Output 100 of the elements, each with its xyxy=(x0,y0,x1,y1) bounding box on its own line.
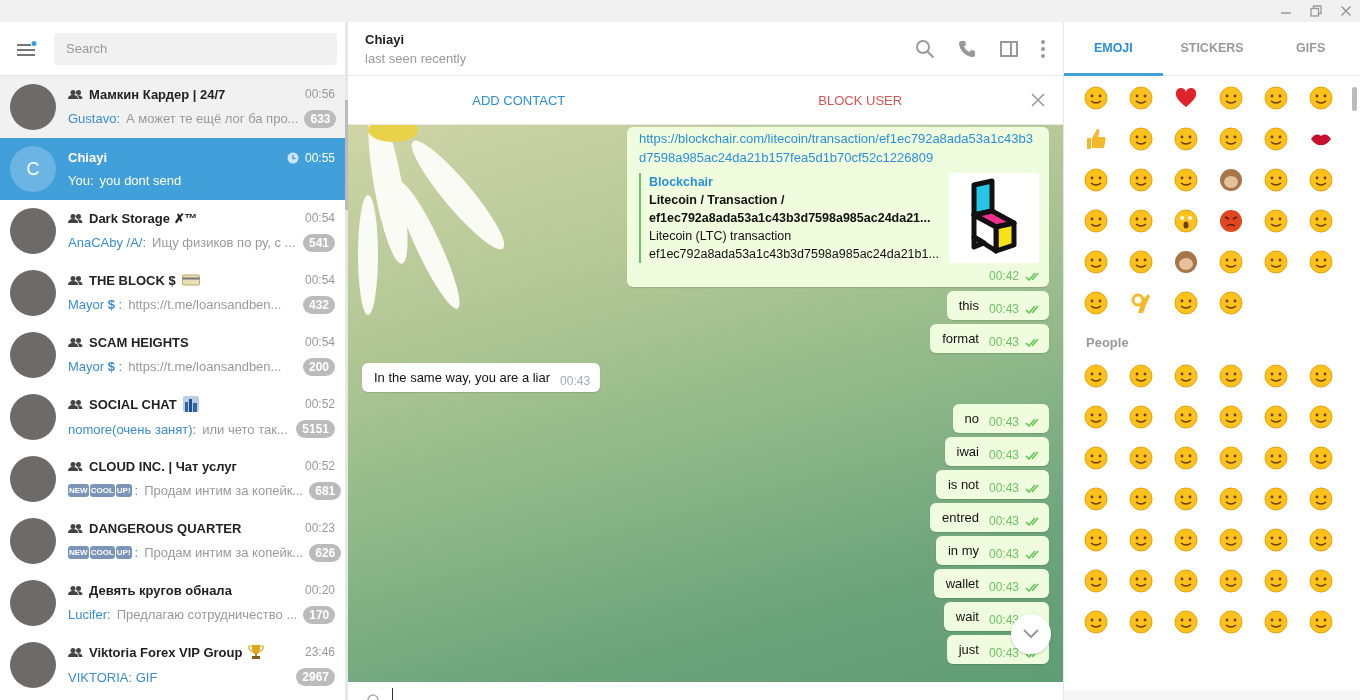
monkey-icon[interactable] xyxy=(1174,250,1198,274)
smiley-icon[interactable] xyxy=(1129,168,1153,192)
side-panel-icon[interactable] xyxy=(999,38,1019,59)
smiley-icon[interactable] xyxy=(1309,250,1333,274)
smiley-icon[interactable] xyxy=(1219,446,1243,470)
smiley-icon[interactable] xyxy=(1129,610,1153,634)
scrollbar[interactable] xyxy=(1352,87,1357,111)
link-preview[interactable]: Blockchair Litecoin / Transaction / ef1ec792a8ada53a1c43b3d7598a985ac24da21... Litecoin (LTC) transaction ef1ec792a8ada53a1c43b3d7598a985ac24da21b1... xyxy=(639,173,1039,263)
smiley-icon[interactable] xyxy=(1309,528,1333,552)
smiley-icon[interactable] xyxy=(1219,487,1243,511)
chat-list-item[interactable]: THE BLOCK $ 00:54 Mayor $ : https://t.me/loansandben... 432 xyxy=(0,262,345,324)
smiley-icon[interactable] xyxy=(1264,86,1288,110)
menu-icon[interactable] xyxy=(17,40,37,57)
smiley-icon[interactable] xyxy=(1129,446,1153,470)
smiley-icon[interactable] xyxy=(1219,250,1243,274)
smiley-icon[interactable] xyxy=(1219,364,1243,388)
smiley-icon[interactable] xyxy=(1174,487,1198,511)
smiley-icon[interactable] xyxy=(1174,528,1198,552)
smiley-icon[interactable] xyxy=(1264,405,1288,429)
smiley-icon[interactable] xyxy=(1174,168,1198,192)
link-preview-site: Blockchair xyxy=(649,174,714,191)
smiley-icon[interactable] xyxy=(1309,405,1333,429)
block-user-button[interactable]: BLOCK USER xyxy=(689,92,1031,108)
emoji-badge: COOL xyxy=(89,484,115,497)
smiley-icon[interactable] xyxy=(1264,528,1288,552)
thumbs-up-icon[interactable] xyxy=(1084,127,1108,151)
smiley-icon[interactable] xyxy=(1309,86,1333,110)
smiley-icon[interactable] xyxy=(1129,569,1153,593)
chat-list-item[interactable]: DANGEROUS QUARTER 00:23 NEW COOL UP! : Продам интим за копейк... 626 xyxy=(0,510,345,572)
smiley-icon[interactable] xyxy=(1264,446,1288,470)
angry-face-icon[interactable] xyxy=(1219,209,1243,233)
smiley-icon[interactable] xyxy=(1174,364,1198,388)
smiley-icon[interactable] xyxy=(1084,446,1108,470)
smiley-icon[interactable] xyxy=(1084,610,1108,634)
smiley-icon[interactable] xyxy=(1174,127,1198,151)
smiley-icon[interactable] xyxy=(1174,446,1198,470)
smiley-icon[interactable] xyxy=(1129,209,1153,233)
smiley-icon[interactable] xyxy=(1174,291,1198,315)
smiley-icon[interactable] xyxy=(1129,86,1153,110)
smiley-icon[interactable] xyxy=(1309,569,1333,593)
smiley-icon[interactable] xyxy=(1264,250,1288,274)
smiley-icon[interactable] xyxy=(1264,127,1288,151)
smiley-icon[interactable] xyxy=(1084,487,1108,511)
smiley-icon[interactable] xyxy=(1309,209,1333,233)
chat-list-item[interactable]: Девять кругов обнала 00:20 Lucifer: Предлагаю сотрудничество ... 170 xyxy=(0,572,345,634)
smiley-icon[interactable] xyxy=(1129,487,1153,511)
smiley-icon[interactable] xyxy=(1264,610,1288,634)
smiley-icon[interactable] xyxy=(1309,364,1333,388)
smiley-icon[interactable] xyxy=(1264,209,1288,233)
smiley-icon[interactable] xyxy=(1084,569,1108,593)
smiley-icon[interactable] xyxy=(1264,364,1288,388)
smiley-icon[interactable] xyxy=(1084,209,1108,233)
smiley-icon[interactable] xyxy=(1219,610,1243,634)
smiley-icon[interactable] xyxy=(1129,528,1153,552)
close-icon[interactable] xyxy=(1031,93,1045,107)
smiley-icon[interactable] xyxy=(1129,250,1153,274)
add-contact-button[interactable]: ADD CONTACT xyxy=(348,92,690,108)
smiley-icon[interactable] xyxy=(1084,86,1108,110)
smiley-icon[interactable] xyxy=(1219,291,1243,315)
scrollbar[interactable] xyxy=(345,100,348,210)
smiley-icon[interactable] xyxy=(1084,250,1108,274)
smiley-icon[interactable] xyxy=(1129,405,1153,429)
smiley-icon[interactable] xyxy=(1174,405,1198,429)
smiley-icon[interactable] xyxy=(1084,291,1108,315)
chat-list-item[interactable]: Viktoria Forex VIP Group 23:46 VIKTORIA: GIF 2967 xyxy=(0,634,345,696)
message-preview: https://t.me/loansandben... xyxy=(128,359,282,374)
smiley-icon[interactable] xyxy=(1129,127,1153,151)
chat-list-item[interactable]: SCAM HEIGHTS 00:54 Mayor $ : https://t.me/loansandben... 200 xyxy=(0,324,345,386)
smiley-icon[interactable] xyxy=(1174,569,1198,593)
smiley-icon[interactable] xyxy=(1174,610,1198,634)
smiley-icon[interactable] xyxy=(1264,168,1288,192)
smiley-icon[interactable] xyxy=(1309,610,1333,634)
chat-list-item[interactable]: Dark Storage ✗™ 00:54 AnaCAby /A/: Ищу физиков по ру, с ... 541 xyxy=(0,200,345,262)
maximize-icon[interactable] xyxy=(1310,5,1322,17)
smiley-icon[interactable] xyxy=(1129,364,1153,388)
smiley-icon[interactable] xyxy=(1084,528,1108,552)
smiley-icon[interactable] xyxy=(1219,528,1243,552)
smiley-icon[interactable] xyxy=(1219,569,1243,593)
smiley-icon[interactable] xyxy=(1309,446,1333,470)
smiley-icon[interactable] xyxy=(1309,168,1333,192)
smiley-icon[interactable] xyxy=(1084,168,1108,192)
chat-list-item[interactable]: CLOUD INC. | Чат услуг 00:52 NEW COOL UP! : Продам интим за копейк... 681 xyxy=(0,448,345,510)
phone-icon[interactable] xyxy=(957,38,977,59)
more-options-icon[interactable] xyxy=(1041,39,1045,58)
smiley-icon[interactable] xyxy=(1084,405,1108,429)
chat-list-item[interactable]: SOCIAL CHAT 00:52 nomore(очень занят): или чето так... 5151 xyxy=(0,386,345,448)
smiley-icon[interactable] xyxy=(1219,127,1243,151)
screaming-face-icon[interactable] xyxy=(1174,209,1198,233)
search-field[interactable]: Search xyxy=(54,32,337,65)
smiley-icon[interactable] xyxy=(1264,487,1288,511)
chat-list-item[interactable]: Мамкин Кардер | 24/7 00:56 Gustavo: А может те ещё лог ба про... 633 xyxy=(0,76,345,138)
heart-icon[interactable] xyxy=(1174,86,1198,110)
monkey-icon[interactable] xyxy=(1219,168,1243,192)
smiley-icon[interactable] xyxy=(1219,405,1243,429)
panel-tab[interactable]: EMOJI xyxy=(1064,22,1163,76)
smiley-icon[interactable] xyxy=(1219,86,1243,110)
search-icon[interactable] xyxy=(915,38,935,59)
smiley-icon[interactable] xyxy=(1264,569,1288,593)
smiley-icon[interactable] xyxy=(1309,487,1333,511)
smiley-icon[interactable] xyxy=(1084,364,1108,388)
